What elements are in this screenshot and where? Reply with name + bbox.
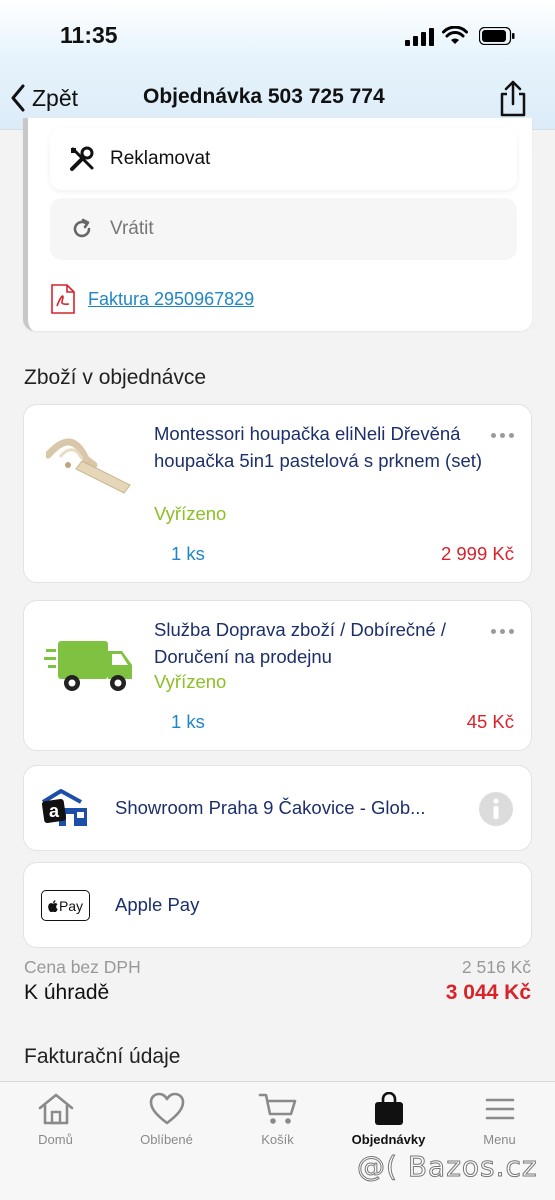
heart-icon [149,1092,184,1125]
items-section-title: Zboží v objednávce [24,366,207,389]
order-item-card[interactable]: Služba Doprava zboží / Dobírečné / Doruč… [23,600,532,751]
tab-label: Košík [261,1132,294,1147]
page-title: Objednávka 503 725 774 [143,85,385,108]
order-item-card[interactable]: Montessori houpačka eliNeli Dřevěná houp… [23,404,532,583]
cart-icon [258,1093,296,1124]
tab-label: Oblíbené [140,1132,193,1147]
tab-label: Menu [483,1132,516,1147]
svg-text:a: a [49,801,60,821]
item-name[interactable]: Služba Doprava zboží / Dobírečné / Doruč… [154,616,484,670]
more-options-icon[interactable] [491,629,514,634]
back-label: Zpět [32,84,79,111]
billing-section-title: Fakturační údaje [24,1045,181,1068]
invoice-link-text[interactable]: Faktura 2950967829 [88,289,254,310]
invoice-link[interactable]: Faktura 2950967829 [50,284,254,314]
delivery-method-label: Showroom Praha 9 Čakovice - Glob... [115,797,426,818]
pdf-icon [51,284,75,314]
apple-pay-icon: Pay [41,890,90,921]
cellular-signal-icon [405,28,435,46]
reklamovat-button[interactable]: Reklamovat [50,128,517,190]
item-quantity: 1 ks [171,711,205,732]
total-label: K úhradě [24,981,110,1004]
menu-icon [485,1098,514,1120]
apple-logo-icon [48,899,58,912]
item-quantity: 1 ks [171,543,205,564]
delivery-method-card[interactable]: a Showroom Praha 9 Čakovice - Glob... [23,765,532,851]
wooden-swing-image [46,438,131,494]
tab-home[interactable]: Domů [0,1092,111,1147]
reklamovat-label: Reklamovat [110,148,211,169]
share-icon[interactable] [497,80,529,118]
tab-menu[interactable]: Menu [444,1092,555,1147]
item-status: Vyřízeno [154,671,227,692]
tab-favorites[interactable]: Oblíbené [111,1092,222,1147]
wifi-icon [442,26,468,44]
home-icon [38,1093,73,1125]
tab-label: Objednávky [351,1132,426,1147]
tab-orders[interactable]: Objednávky [333,1092,444,1147]
price-without-vat-value: 2 516 Kč [461,957,531,977]
apple-pay-badge-text: Pay [58,897,84,914]
battery-icon [479,27,515,45]
payment-method-label: Apple Pay [115,894,200,915]
top-bar: 11:35 Zpět Objednávka 503 725 774 [0,0,555,130]
payment-method-card[interactable]: Pay Apple Pay [23,862,532,948]
back-button[interactable]: Zpět [10,80,78,116]
tab-label: Domů [38,1132,73,1147]
item-name[interactable]: Montessori houpačka eliNeli Dřevěná houp… [154,420,484,474]
chevron-left-icon [11,84,25,112]
alza-store-logo: a [41,789,87,826]
refresh-icon [68,215,96,243]
delivery-truck-icon [44,641,132,691]
order-actions-card: Reklamovat Vrátit Faktura 2950967829 [23,118,532,331]
tools-icon [68,145,96,173]
watermark: @( Bazos.cz [357,1150,538,1184]
tab-cart[interactable]: Košík [222,1092,333,1147]
item-price: 45 Kč [466,711,514,732]
vratit-label: Vrátit [110,218,154,239]
more-options-icon[interactable] [491,433,514,438]
vratit-button[interactable]: Vrátit [50,198,517,260]
price-without-vat-label: Cena bez DPH [24,957,141,977]
bag-icon [374,1092,403,1125]
info-icon[interactable] [478,791,514,827]
item-status: Vyřízeno [154,503,227,524]
item-price: 2 999 Kč [440,543,514,564]
status-time: 11:35 [60,22,118,48]
total-value: 3 044 Kč [445,981,531,1004]
